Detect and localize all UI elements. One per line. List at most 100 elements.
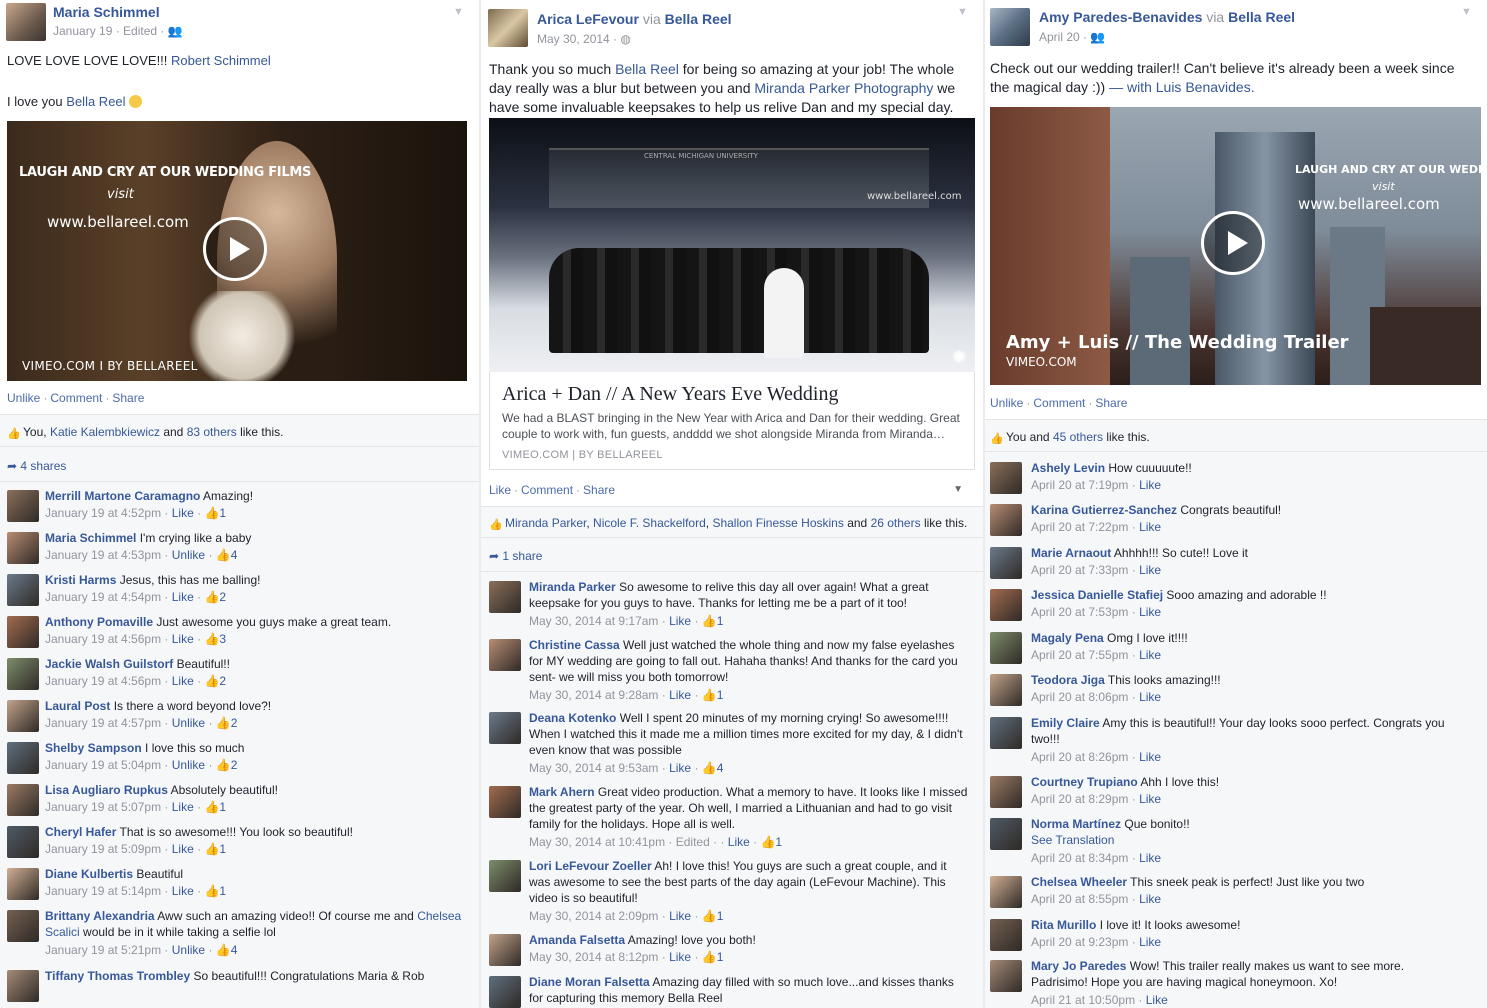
comment-like-button[interactable]: Like [1139, 563, 1161, 577]
chevron-down-icon[interactable]: ▼ [453, 6, 465, 18]
comment-like-button[interactable]: Unlike [172, 716, 205, 730]
tag-bella-reel[interactable]: Bella Reel [615, 61, 679, 77]
play-button[interactable] [1201, 211, 1265, 275]
comment-like-button[interactable]: Unlike [172, 758, 205, 772]
commenter-name[interactable]: Marie Arnaout [1031, 546, 1111, 560]
commenter-name[interactable]: Anthony Pomaville [45, 615, 153, 629]
comment-like-button[interactable]: Like [728, 835, 750, 849]
comment-time[interactable]: January 19 at 5:04pm [45, 758, 161, 772]
comment-like-button[interactable]: Like [1139, 605, 1161, 619]
commenter-avatar[interactable] [7, 700, 39, 732]
commenter-name[interactable]: Jackie Walsh Guilstorf [45, 657, 173, 671]
commenter-avatar[interactable] [7, 910, 39, 942]
commenter-name[interactable]: Christine Cassa [529, 638, 620, 652]
author-name[interactable]: Amy Paredes-Benavides [1039, 9, 1202, 25]
commenter-name[interactable]: Diane Kulbertis [45, 867, 133, 881]
commenter-name[interactable]: Magaly Pena [1031, 631, 1104, 645]
play-button[interactable] [203, 217, 267, 281]
commenter-name[interactable]: Mary Jo Paredes [1031, 959, 1126, 973]
comment-like-button[interactable]: Like [1139, 935, 1161, 949]
comment-like-button[interactable]: Unlike [172, 943, 205, 957]
liker-link[interactable]: Shallon Finesse Hoskins [712, 516, 843, 530]
commenter-avatar[interactable] [7, 826, 39, 858]
shares-summary[interactable]: ➦ 1 share [489, 549, 542, 563]
comment-like-button[interactable]: Like [669, 761, 691, 775]
commenter-avatar[interactable] [7, 868, 39, 900]
commenter-name[interactable]: Lisa Augliaro Rupkus [45, 783, 168, 797]
commenter-name[interactable]: Karina Gutierrez-Sanchez [1031, 503, 1177, 517]
commenter-avatar[interactable] [7, 784, 39, 816]
comment-time[interactable]: May 30, 2014 at 10:41pm · Edited · [529, 835, 717, 849]
unlike-button[interactable]: Unlike [990, 396, 1023, 410]
author-avatar[interactable] [6, 3, 46, 41]
comment-like-button[interactable]: Like [1139, 792, 1161, 806]
post-date[interactable]: April 20 · [1039, 30, 1087, 44]
like-count[interactable]: 1 [219, 506, 226, 520]
like-count[interactable]: 3 [219, 632, 226, 646]
comment-like-button[interactable]: Like [1139, 750, 1161, 764]
likes-others-link[interactable]: 26 others [871, 516, 921, 530]
shares-link[interactable]: 4 shares [20, 459, 66, 473]
see-translation-link[interactable]: See Translation [1031, 833, 1114, 847]
comment-time[interactable]: April 20 at 9:23pm [1031, 935, 1128, 949]
like-count[interactable]: 1 [219, 800, 226, 814]
chevron-down-icon[interactable]: ▼ [957, 6, 969, 18]
commenter-avatar[interactable] [7, 490, 39, 522]
commenter-name[interactable]: Lori LeFevour Zoeller [529, 859, 652, 873]
commenter-avatar[interactable] [990, 960, 1022, 992]
commenter-avatar[interactable] [990, 547, 1022, 579]
commenter-name[interactable]: Teodora Jiga [1031, 673, 1105, 687]
commenter-avatar[interactable] [990, 504, 1022, 536]
comment-button[interactable]: Comment [521, 483, 573, 497]
author-avatar[interactable] [488, 9, 528, 47]
commenter-avatar[interactable] [489, 639, 521, 671]
commenter-avatar[interactable] [990, 919, 1022, 951]
comment-time[interactable]: January 19 at 5:09pm [45, 842, 161, 856]
chevron-down-icon[interactable]: ▼ [1461, 6, 1473, 18]
like-count[interactable]: 4 [231, 548, 238, 562]
commenter-avatar[interactable] [7, 532, 39, 564]
comment-time[interactable]: January 19 at 4:52pm [45, 506, 161, 520]
comment-time[interactable]: April 20 at 8:29pm [1031, 792, 1128, 806]
comment-time[interactable]: January 19 at 4:54pm [45, 590, 161, 604]
like-count[interactable]: 1 [717, 950, 724, 964]
commenter-name[interactable]: Emily Claire [1031, 716, 1100, 730]
comment-button[interactable]: Comment [50, 391, 102, 405]
comment-time[interactable]: May 30, 2014 at 9:17am [529, 614, 658, 628]
comment-time[interactable]: May 30, 2014 at 9:53am [529, 761, 658, 775]
card-title[interactable]: Arica + Dan // A New Years Eve Wedding [502, 383, 838, 406]
comment-time[interactable]: January 19 at 4:57pm [45, 716, 161, 730]
like-count[interactable]: 1 [775, 835, 782, 849]
commenter-name[interactable]: Chelsea Wheeler [1031, 875, 1127, 889]
link-card[interactable]: Arica + Dan // A New Years Eve Wedding W… [489, 372, 975, 470]
commenter-avatar[interactable] [489, 786, 521, 818]
comment-like-button[interactable]: Like [172, 800, 194, 814]
commenter-name[interactable]: Deana Kotenko [529, 711, 616, 725]
commenter-avatar[interactable] [489, 934, 521, 966]
page-name[interactable]: Bella Reel [665, 11, 732, 27]
comment-like-button[interactable]: Like [1139, 478, 1161, 492]
author-avatar[interactable] [990, 8, 1030, 46]
commenter-name[interactable]: Rita Murillo [1031, 918, 1096, 932]
tag-miranda-parker-photography[interactable]: Miranda Parker Photography [754, 80, 933, 96]
commenter-avatar[interactable] [489, 712, 521, 744]
shares-link[interactable]: 1 share [502, 549, 542, 563]
comment-like-button[interactable]: Like [172, 632, 194, 646]
comment-like-button[interactable]: Like [669, 614, 691, 628]
comment-time[interactable]: May 30, 2014 at 8:12pm [529, 950, 658, 964]
comment-time[interactable]: January 19 at 5:07pm [45, 800, 161, 814]
commenter-name[interactable]: Laural Post [45, 699, 110, 713]
comment-time[interactable]: April 20 at 7:55pm [1031, 648, 1128, 662]
comment-like-button[interactable]: Like [669, 950, 691, 964]
comment-time[interactable]: January 19 at 5:21pm [45, 943, 161, 957]
commenter-avatar[interactable] [7, 742, 39, 774]
commenter-name[interactable]: Shelby Sampson [45, 741, 142, 755]
comment-button[interactable]: Comment [1033, 396, 1085, 410]
comment-like-button[interactable]: Like [172, 884, 194, 898]
post-date[interactable]: May 30, 2014 · [537, 32, 617, 46]
comment-time[interactable]: April 20 at 8:06pm [1031, 690, 1128, 704]
comment-like-button[interactable]: Like [669, 909, 691, 923]
author-name[interactable]: Maria Schimmel [53, 4, 160, 20]
like-count[interactable]: 1 [219, 884, 226, 898]
commenter-avatar[interactable] [489, 860, 521, 892]
